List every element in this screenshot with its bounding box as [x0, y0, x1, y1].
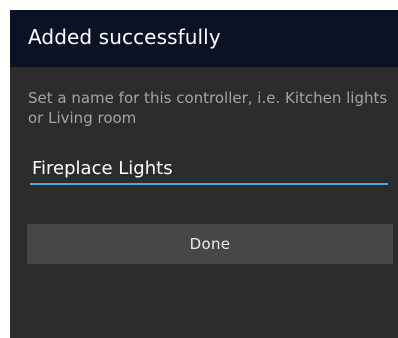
done-button[interactable]: Done [27, 224, 393, 264]
dialog-header: Added successfully [10, 10, 398, 67]
dialog-title: Added successfully [28, 25, 221, 49]
dialog-instructions: Set a name for this controller, i.e. Kit… [28, 89, 388, 127]
name-controller-dialog: Added successfully Set a name for this c… [10, 10, 398, 338]
controller-name-input[interactable] [30, 153, 388, 185]
